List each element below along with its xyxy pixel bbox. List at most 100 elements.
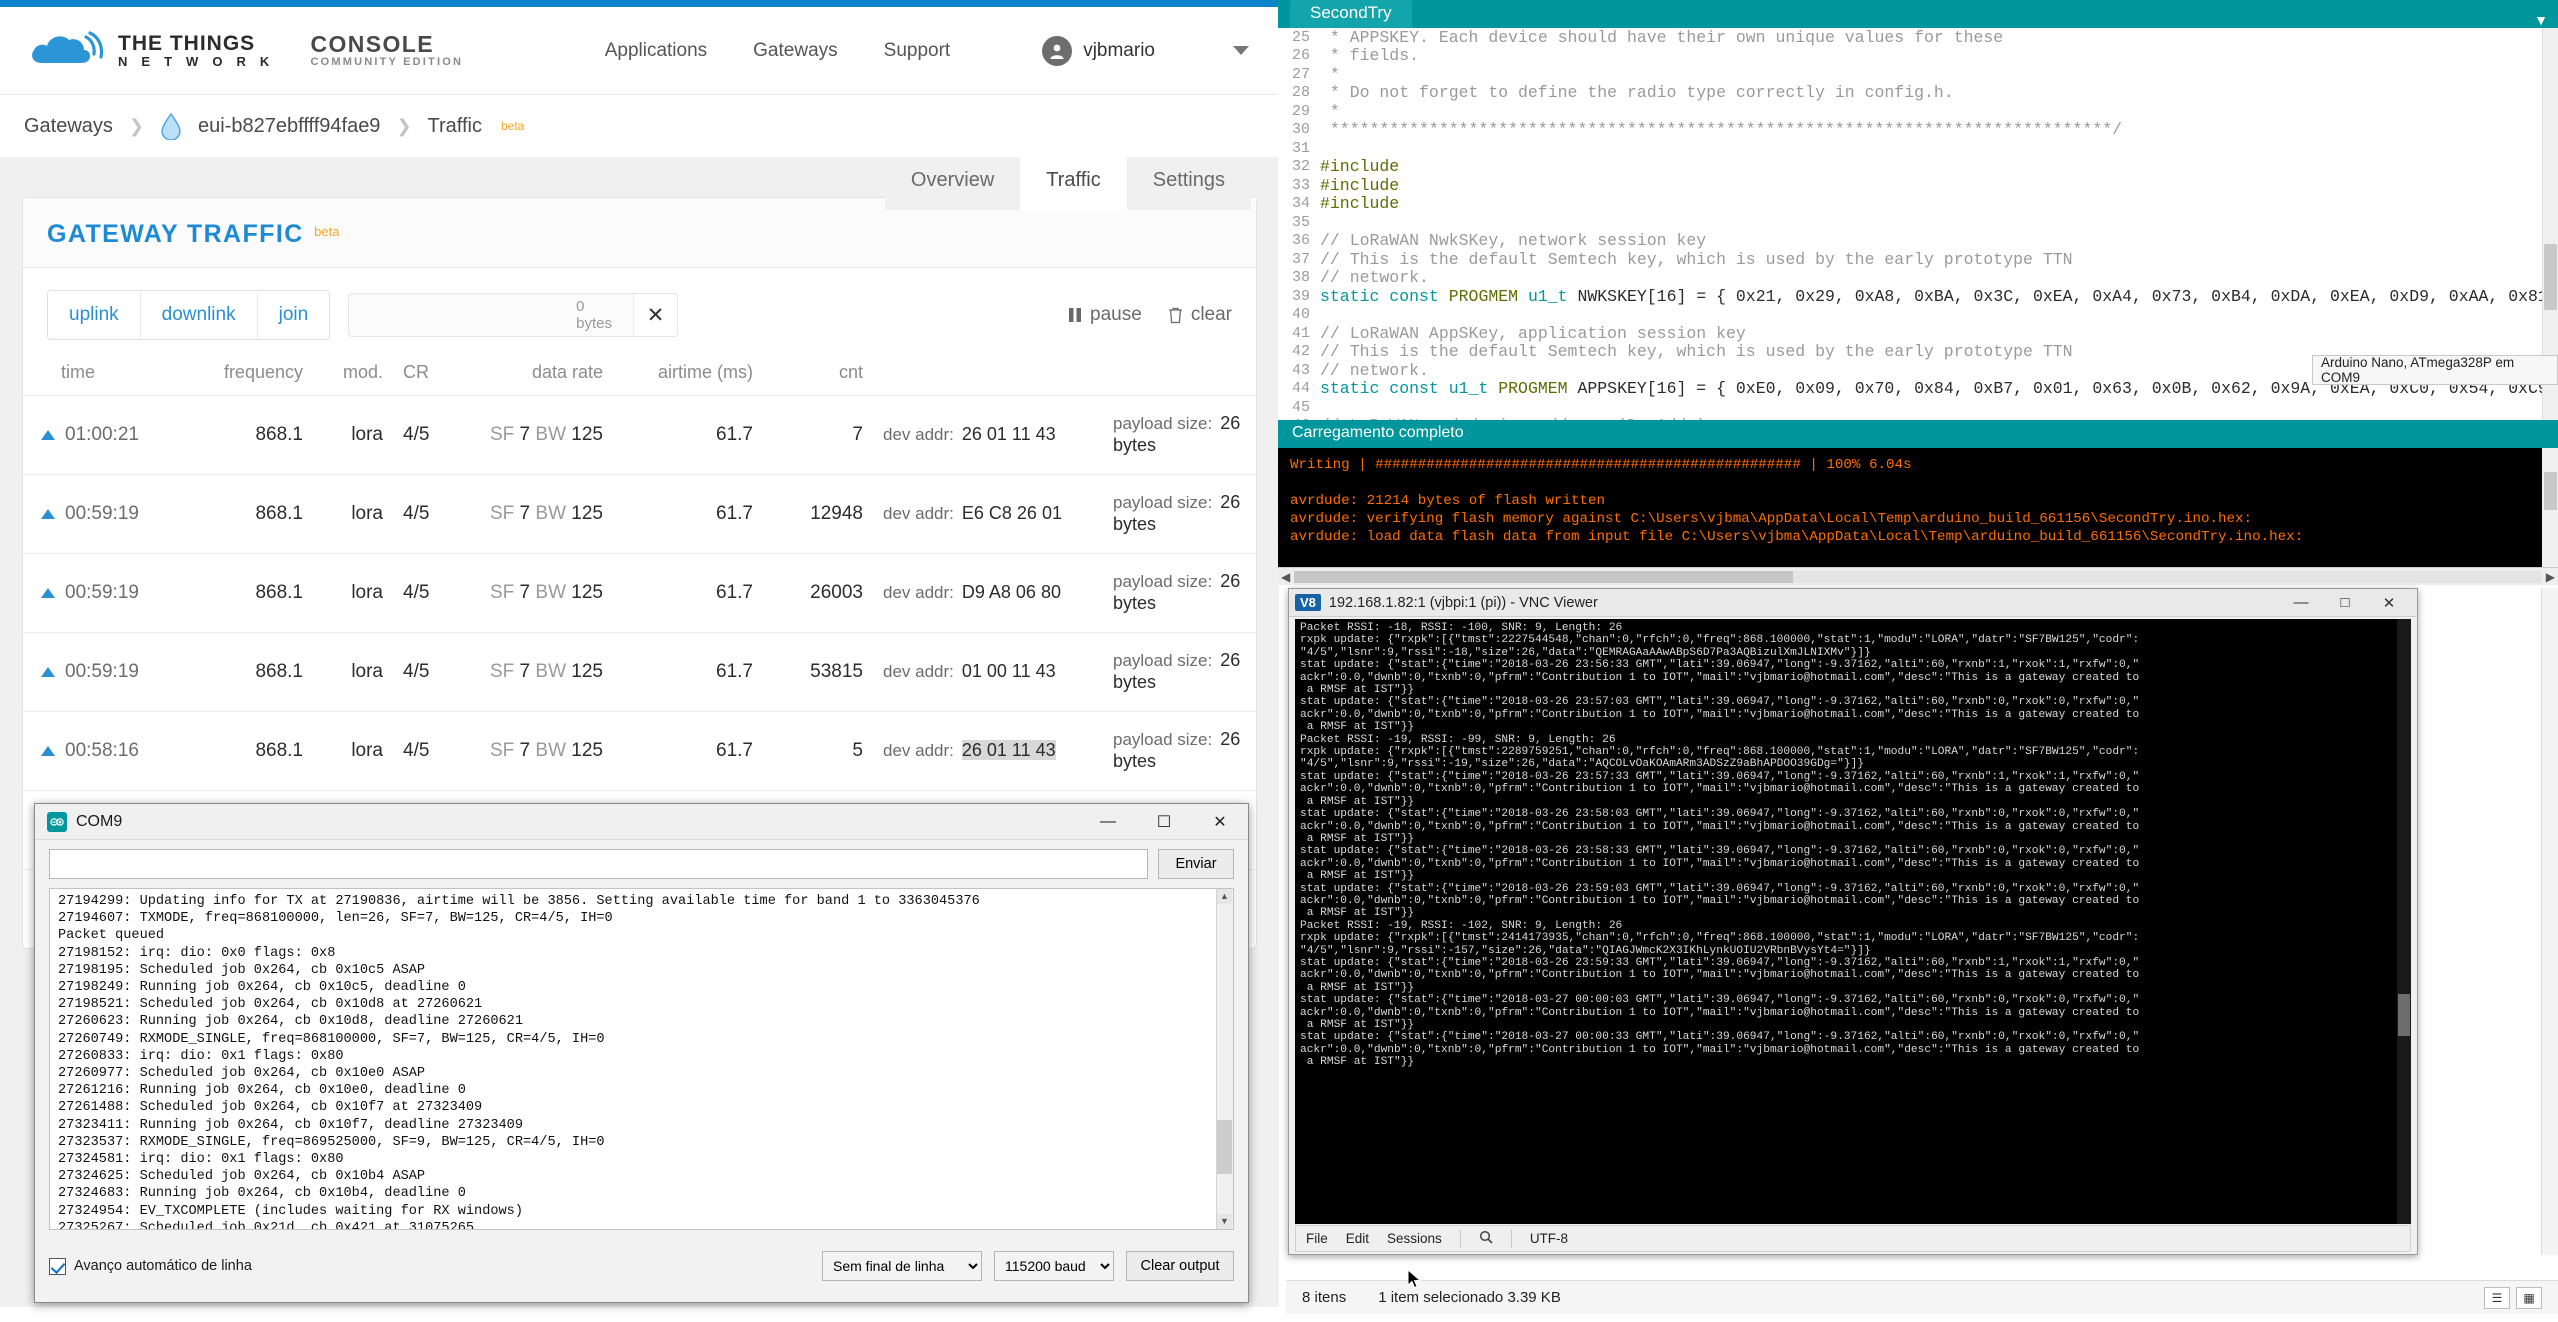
scroll-left-icon[interactable]: ◀ (1281, 570, 1290, 584)
uplink-arrow-icon (41, 667, 55, 677)
stream-controls: pause clear (1068, 304, 1232, 326)
col-datarate: data rate (531, 362, 603, 382)
code-line: 35 (1278, 213, 2558, 232)
search-icon[interactable] (1479, 1230, 1493, 1247)
vnc-menu-edit[interactable]: Edit (1346, 1231, 1369, 1246)
maximize-icon[interactable]: ☐ (1136, 804, 1192, 839)
serial-log-scrollbar[interactable]: ▲ ▼ (1216, 889, 1233, 1229)
code-text: // network. (1320, 268, 1429, 288)
table-header-row: time frequency mod. CR data rate airtime… (23, 354, 1256, 396)
code-text: #include (1320, 194, 1400, 214)
cell-payload: payload size:26 bytes (1103, 711, 1256, 791)
tab-overview[interactable]: Overview (884, 157, 1021, 210)
table-row[interactable]: 00:59:19 868.1 lora 4/5 SF 7 BW 125 61.7 12948… (23, 474, 1256, 554)
line-ending-select[interactable]: Sem final de linha (822, 1251, 982, 1281)
nav-links: Applications Gateways Support vjbmario (605, 35, 1249, 66)
scroll-track[interactable] (1294, 570, 2542, 583)
serial-send-row: Enviar (35, 840, 1248, 885)
serial-monitor-title-bar[interactable]: COM9 — ☐ ✕ (35, 804, 1248, 840)
cell-cr: 4/5 (393, 553, 463, 633)
nav-support[interactable]: Support (884, 40, 951, 62)
vnc-menu-sessions[interactable]: Sessions (1387, 1231, 1442, 1246)
scroll-up-icon[interactable]: ▲ (1217, 889, 1232, 904)
code-line: 26 * fields. (1278, 46, 2558, 65)
line-number: 38 (1291, 269, 1310, 287)
serial-send-button[interactable]: Enviar (1158, 849, 1234, 879)
chevron-down-icon[interactable] (1233, 46, 1249, 55)
minimize-icon[interactable]: — (2279, 589, 2323, 616)
code-text: // LoRaWAN AppSKey, application session … (1320, 323, 1746, 343)
nav-applications[interactable]: Applications (605, 40, 707, 62)
table-row[interactable]: 00:59:19 868.1 lora 4/5 SF 7 BW 125 61.7 53815… (23, 632, 1256, 712)
sketch-tab-secondtry[interactable]: SecondTry (1290, 0, 1412, 28)
filter-uplink-button[interactable]: uplink (48, 291, 141, 339)
scrollbar-thumb[interactable] (1217, 1120, 1232, 1175)
line-number: 41 (1291, 324, 1310, 342)
scrollbar-thumb[interactable] (2544, 243, 2557, 310)
cell-airtime: 61.7 (613, 711, 763, 791)
col-airtime: airtime (ms) (658, 362, 753, 382)
cell-time: 00:59:19 (23, 553, 173, 633)
explorer-background (2418, 588, 2558, 1255)
clear-output-button[interactable]: Clear output (1126, 1251, 1234, 1281)
code-text: // This is the default Semtech key, whic… (1320, 249, 2073, 269)
scroll-right-icon[interactable]: ▶ (2546, 570, 2555, 584)
filter-join-button[interactable]: join (257, 291, 330, 339)
user-menu[interactable]: vjbmario (1042, 35, 1155, 66)
serial-monitor-window: COM9 — ☐ ✕ Enviar 27194299: Updating inf… (34, 803, 1249, 1303)
table-row[interactable]: 00:58:16 868.1 lora 4/5 SF 7 BW 125 61.7 5 dev … (23, 711, 1256, 791)
scrollbar-thumb[interactable] (2544, 471, 2557, 510)
scrollbar-thumb[interactable] (2398, 994, 2410, 1037)
tab-settings[interactable]: Settings (1126, 157, 1251, 210)
filter-downlink-button[interactable]: downlink (140, 291, 258, 339)
clear-button[interactable]: clear (1168, 304, 1232, 326)
vnc-terminal-scrollbar[interactable] (2397, 619, 2411, 1224)
line-number: 36 (1291, 232, 1310, 250)
tab-menu-icon[interactable]: ▼ (2534, 12, 2548, 28)
vnc-menu-file[interactable]: File (1306, 1231, 1328, 1246)
minimize-icon[interactable]: — (1080, 804, 1136, 839)
checkbox-box[interactable] (49, 1257, 66, 1275)
code-line: 25 * APPSKEY. Each device should have th… (1278, 28, 2558, 47)
upload-horizontal-scrollbar[interactable]: ◀ ▶ (1278, 567, 2558, 585)
table-row[interactable]: 00:59:19 868.1 lora 4/5 SF 7 BW 125 61.7 26003… (23, 553, 1256, 633)
baud-rate-select[interactable]: 115200 baud (994, 1251, 1114, 1281)
breadcrumb-gateway[interactable]: eui-b827ebffff94fae9 (198, 115, 380, 138)
explorer-scrollbar[interactable] (2541, 588, 2558, 1255)
breadcrumb-beta-badge: beta (500, 119, 525, 133)
cell-airtime: 61.7 (613, 395, 763, 475)
line-number: 44 (1291, 380, 1310, 398)
table-row[interactable]: 01:00:21 868.1 lora 4/5 SF 7 BW 125 61.7 7 dev … (23, 395, 1256, 475)
pause-button[interactable]: pause (1068, 304, 1142, 326)
arduino-tab-bar: SecondTry ▼ (1278, 0, 2558, 28)
line-number: 37 (1291, 250, 1310, 268)
close-icon[interactable]: ✕ (2367, 589, 2411, 616)
vnc-title-bar[interactable]: V8 192.168.1.82:1 (vjbpi:1 (pi)) - VNC V… (1289, 589, 2417, 617)
line-number: 43 (1291, 361, 1310, 379)
cell-cnt: 5 (763, 711, 873, 791)
scroll-down-icon[interactable]: ▼ (1217, 1214, 1232, 1229)
search-input[interactable] (349, 294, 577, 336)
vnc-remote-screen[interactable]: Packet RSSI: -18, RSSI: -100, SNR: 9, Le… (1295, 619, 2411, 1224)
pause-label: pause (1090, 304, 1142, 325)
breadcrumb-root[interactable]: Gateways (24, 115, 113, 138)
detail-view-icon[interactable]: ☰ (2484, 1286, 2510, 1309)
nav-gateways[interactable]: Gateways (753, 40, 837, 62)
code-line: 39 static const PROGMEM u1_t NWKSKEY[16] … (1278, 287, 2558, 306)
maximize-icon[interactable]: □ (2323, 589, 2367, 616)
code-line: 27 * (1278, 65, 2558, 84)
upload-vertical-scrollbar[interactable] (2542, 448, 2558, 567)
cell-frequency: 868.1 (173, 632, 313, 712)
close-icon[interactable]: ✕ (1192, 804, 1248, 839)
autoscroll-checkbox[interactable]: Avanço automático de linha (49, 1257, 252, 1275)
code-line: 45 (1278, 398, 2558, 417)
serial-send-input[interactable] (49, 849, 1148, 879)
code-text: * (1320, 64, 1340, 84)
list-view-icon[interactable]: ▦ (2516, 1286, 2542, 1309)
code-line: 34 #include (1278, 194, 2558, 214)
close-icon[interactable]: ✕ (632, 294, 678, 336)
ttn-logo[interactable]: THE THINGS N E T W O R K CONSOLE COMMUNI… (30, 29, 463, 73)
serial-log-area[interactable]: 27194299: Updating info for TX at 271908… (49, 888, 1234, 1230)
bytes-counter: 0 bytes (576, 298, 613, 332)
tab-traffic[interactable]: Traffic (1020, 157, 1127, 210)
